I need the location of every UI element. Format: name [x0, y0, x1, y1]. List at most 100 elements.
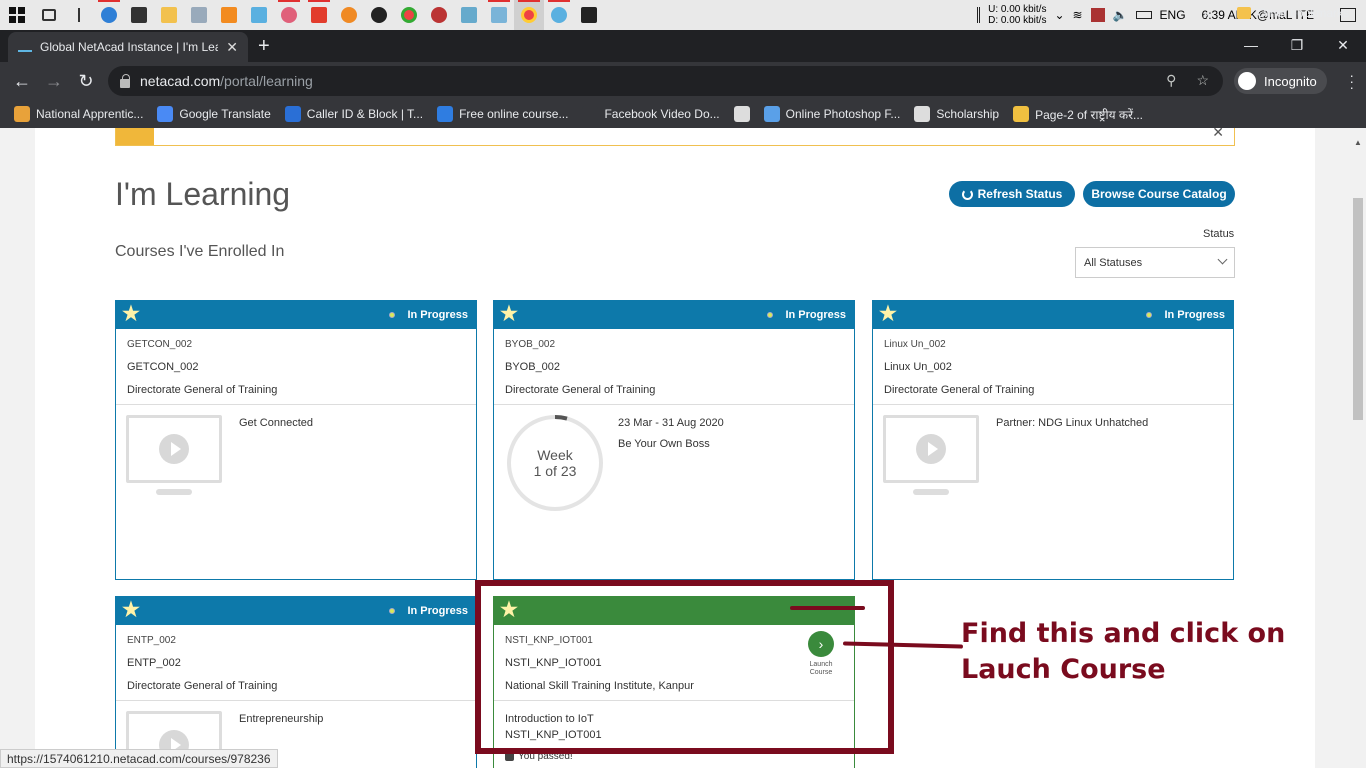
windows-start-icon[interactable]	[0, 0, 34, 30]
card-info[interactable]: GETCON_002 GETCON_002 Directorate Genera…	[116, 329, 476, 405]
bookmark-item[interactable]: Free online course...	[437, 106, 568, 122]
bookmark-item[interactable]: Scholarship	[914, 106, 999, 122]
card-info[interactable]: BYOB_002 BYOB_002 Directorate General of…	[494, 329, 854, 405]
card-body: Partner: NDG Linux Unhatched	[873, 405, 1233, 505]
bookmark-item[interactable]: Caller ID & Block | T...	[284, 106, 424, 122]
image-app-icon[interactable]	[184, 0, 214, 30]
bookmark-label: Online Photoshop F...	[785, 107, 901, 121]
network-speed: U: 0.00 kbit/s D: 0.00 kbit/s	[988, 4, 1046, 26]
institution: Directorate General of Training	[127, 384, 278, 396]
lock-icon[interactable]	[120, 73, 130, 88]
star-icon[interactable]: ★	[500, 304, 518, 324]
bookmark-item[interactable]	[733, 106, 750, 122]
browser-tab[interactable]: Global NetAcad Instance | I'm Lea ✕	[8, 32, 248, 62]
davinci-app-icon[interactable]	[424, 0, 454, 30]
card-header: ★ In Progress	[494, 301, 854, 329]
star-icon[interactable]: ★	[122, 600, 140, 620]
zoom-icon[interactable]: ⚲	[1166, 72, 1176, 89]
week-progress-ring: Week 1 of 23	[507, 415, 603, 511]
shield-tray-icon[interactable]	[1090, 8, 1105, 22]
course-name[interactable]: Entrepreneurship	[239, 713, 323, 725]
net-download: D: 0.00 kbit/s	[988, 15, 1047, 26]
bookmark-item[interactable]: National Apprentic...	[14, 106, 143, 122]
refresh-status-button[interactable]: Refresh Status	[949, 181, 1075, 207]
language-indicator[interactable]: ENG	[1160, 8, 1186, 22]
reload-button[interactable]: ↻	[70, 65, 102, 97]
menu-kebab-icon[interactable]: · · ·	[1349, 68, 1354, 94]
inkscape-app-icon[interactable]	[364, 0, 394, 30]
bookmark-item[interactable]: Online Photoshop F...	[763, 106, 901, 122]
card-info[interactable]: ENTP_002 ENTP_002 Directorate General of…	[116, 625, 476, 701]
chrome-incognito-app-icon[interactable]	[514, 0, 544, 30]
close-window-icon[interactable]: ✕	[1320, 30, 1366, 60]
bookmark-item[interactable]: Facebook Video Do...	[582, 106, 720, 122]
bookmark-favicon-icon	[284, 106, 301, 122]
browser-toolbar: ← → ↻ netacad.com/portal/learning ⚲ ☆ In…	[0, 62, 1366, 100]
task-view-icon[interactable]	[34, 0, 64, 30]
bookmark-item[interactable]: Page-2 of राष्ट्रीय करें...	[1013, 106, 1143, 123]
bookmark-favicon-icon	[914, 106, 931, 122]
page-title: I'm Learning	[115, 176, 291, 212]
notice-close-icon[interactable]: ✕	[1212, 128, 1224, 141]
password-notice: ✕	[115, 128, 1235, 146]
volume-icon[interactable]: 🔈	[1113, 8, 1128, 22]
scroll-thumb[interactable]	[1353, 198, 1363, 420]
back-button[interactable]: ←	[6, 65, 38, 97]
ie-app-icon[interactable]	[544, 0, 574, 30]
course-code: Linux Un_002	[884, 361, 952, 373]
bookmarks-more-icon[interactable]: »	[1203, 6, 1211, 22]
notepad-app-icon[interactable]	[484, 0, 514, 30]
status-filter-select[interactable]: All Statuses	[1075, 247, 1235, 278]
minimize-icon[interactable]: —	[1228, 30, 1274, 60]
url-path: /portal/learning	[220, 73, 313, 89]
other-bookmarks[interactable]: Other bookmarks	[1237, 6, 1349, 20]
bookmark-item[interactable]: Google Translate	[157, 106, 271, 122]
chrome-app-icon[interactable]	[394, 0, 424, 30]
video-placeholder-icon	[883, 415, 979, 483]
new-tab-button[interactable]: +	[258, 36, 270, 56]
paint-app-icon[interactable]	[274, 0, 304, 30]
status-dot-icon	[1146, 312, 1153, 318]
bookmark-favicon-icon	[582, 106, 599, 122]
incognito-badge[interactable]: Incognito	[1234, 68, 1327, 94]
browse-catalog-button[interactable]: Browse Course Catalog	[1083, 181, 1235, 207]
cisco-favicon-icon	[18, 42, 32, 52]
institution: Directorate General of Training	[884, 384, 1035, 396]
windows-taskbar: U: 0.00 kbit/s D: 0.00 kbit/s ⌄ ≋ 🔈 ENG …	[0, 0, 1366, 30]
course-name[interactable]: Partner: NDG Linux Unhatched	[996, 417, 1148, 429]
annotation-text: Find this and click on Lauch Course	[961, 618, 1286, 685]
link-status-bar: https://1574061210.netacad.com/courses/9…	[0, 749, 278, 768]
taskbar-divider	[64, 0, 94, 30]
star-icon[interactable]: ★	[879, 304, 897, 324]
tab-close-icon[interactable]: ✕	[226, 39, 238, 56]
chevron-up-icon[interactable]: ⌄	[1054, 8, 1064, 22]
restore-icon[interactable]: ❐	[1274, 30, 1320, 60]
blender-app-icon[interactable]	[334, 0, 364, 30]
window-controls: — ❐ ✕	[1228, 30, 1366, 60]
battery-icon[interactable]	[1135, 11, 1152, 19]
anydesk-app-icon[interactable]	[304, 0, 334, 30]
cube-app-icon[interactable]	[244, 0, 274, 30]
chevron-down-icon	[1217, 254, 1228, 265]
incognito-label: Incognito	[1264, 73, 1317, 89]
refresh-icon	[961, 188, 973, 200]
bookmark-label: Caller ID & Block | T...	[306, 107, 424, 121]
bookmark-favicon-icon	[437, 106, 454, 122]
sublime-app-icon[interactable]	[214, 0, 244, 30]
address-bar[interactable]: netacad.com/portal/learning ⚲ ☆	[108, 66, 1223, 96]
card-info[interactable]: Linux Un_002 Linux Un_002 Directorate Ge…	[873, 329, 1233, 405]
bookmark-label: Scholarship	[936, 107, 1000, 121]
star-icon[interactable]: ★	[122, 304, 140, 324]
course-name[interactable]: Get Connected	[239, 417, 313, 429]
course-name[interactable]: Be Your Own Boss	[618, 438, 710, 450]
edge-app-icon[interactable]	[94, 0, 124, 30]
file-explorer-icon[interactable]	[154, 0, 184, 30]
forward-button[interactable]: →	[38, 65, 70, 97]
cisco-app-icon[interactable]	[454, 0, 484, 30]
wifi-icon[interactable]: ≋	[1073, 8, 1083, 22]
photos-app-icon[interactable]	[574, 0, 604, 30]
scroll-up-icon[interactable]: ▲	[1354, 138, 1362, 147]
bookmark-star-icon[interactable]: ☆	[1196, 72, 1209, 89]
video-placeholder-icon	[126, 415, 222, 483]
terminal-app-icon[interactable]	[124, 0, 154, 30]
